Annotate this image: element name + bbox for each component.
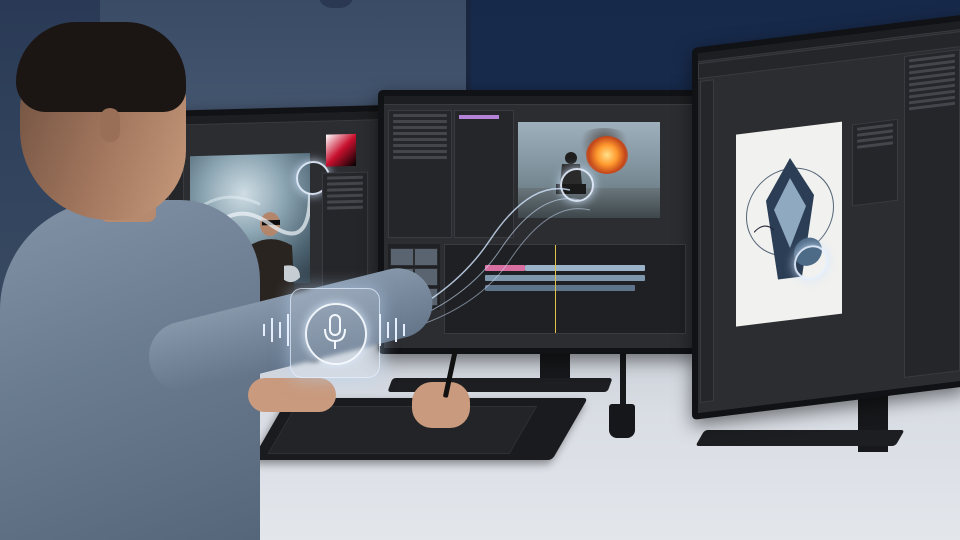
right-monitor-base (695, 430, 905, 446)
video-menu-bar[interactable] (384, 96, 694, 105)
geometric-illustration (754, 157, 822, 280)
editor-menu-bar[interactable] (166, 111, 382, 126)
artboard[interactable] (736, 121, 842, 327)
microphone-icon[interactable] (320, 313, 350, 353)
explosion (586, 136, 628, 174)
floating-panel[interactable] (852, 118, 898, 207)
color-picker[interactable] (326, 133, 356, 167)
workspace-scene (0, 0, 960, 540)
left-hand (248, 378, 336, 412)
sound-wave-left (263, 314, 289, 346)
pen-holder-cup (609, 404, 635, 438)
tablet-surface (267, 406, 538, 454)
sound-wave-right (379, 314, 405, 346)
illustration-toolbar[interactable] (700, 79, 714, 404)
person-hair (16, 22, 186, 112)
right-hand (412, 382, 470, 428)
right-monitor (692, 14, 960, 421)
illustration-editor-screen (698, 21, 960, 414)
person-ear (100, 108, 120, 142)
voice-assistant-card[interactable] (290, 288, 380, 378)
layers-panel[interactable] (904, 49, 960, 378)
